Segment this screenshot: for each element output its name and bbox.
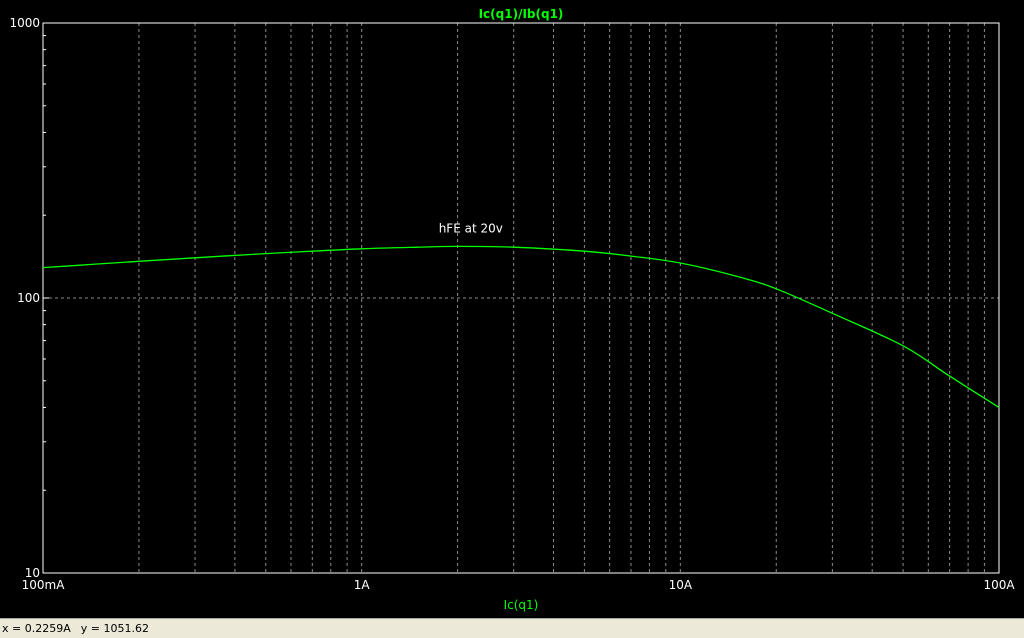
y-tick-label: 10 xyxy=(25,566,40,580)
tick-labels: 100mA 1A 10A 100A 10 100 1000 xyxy=(9,16,1015,592)
status-bar: x = 0.2259A y = 1051.62 xyxy=(0,618,1024,638)
cursor-y-readout: y = 1051.62 xyxy=(80,622,149,635)
annotation-label: hFE at 20v xyxy=(439,222,503,236)
annotations: hFE at 20v xyxy=(439,222,503,236)
series-line xyxy=(42,245,1000,408)
cursor-x-readout: x = 0.2259A xyxy=(2,622,71,635)
series xyxy=(42,245,1000,408)
x-tick-label: 100A xyxy=(983,578,1015,592)
x-tick-label: 1A xyxy=(354,578,371,592)
grid xyxy=(43,23,999,573)
y-tick-label: 100 xyxy=(17,291,40,305)
x-tick-label: 100mA xyxy=(22,578,66,592)
x-tick-label: 10A xyxy=(669,578,693,592)
plot-area[interactable]: 100mA 1A 10A 100A 10 100 1000 Ic(q1)/Ib(q1) Ic… xyxy=(0,0,1024,618)
chart-title: Ic(q1)/Ib(q1) xyxy=(479,7,564,21)
y-tick-label: 1000 xyxy=(9,16,40,30)
x-axis-label: Ic(q1) xyxy=(504,598,539,612)
